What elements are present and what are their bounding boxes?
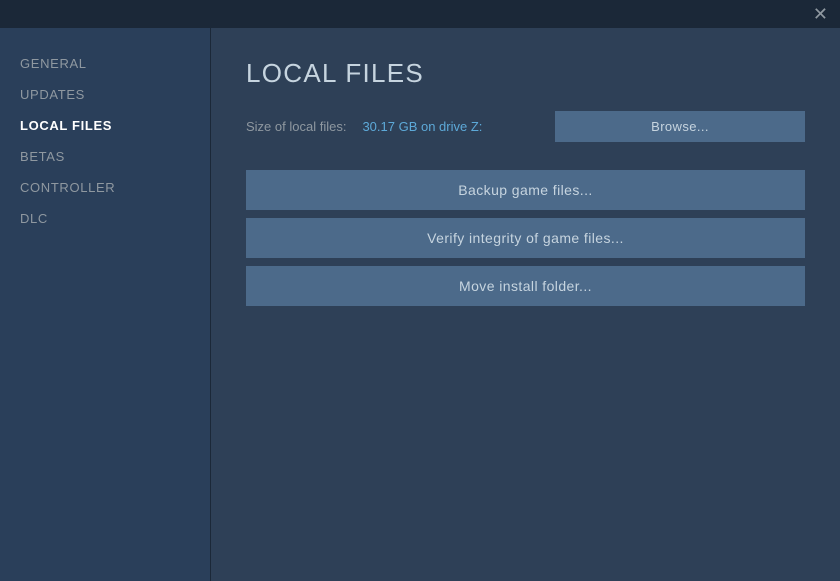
page-title: LOCAL FILES: [246, 58, 805, 89]
sidebar-item-betas[interactable]: BETAS: [0, 141, 210, 172]
verify-button[interactable]: Verify integrity of game files...: [246, 218, 805, 258]
browse-button[interactable]: Browse...: [555, 111, 805, 142]
size-value: 30.17 GB on drive Z:: [362, 119, 482, 134]
sidebar-item-general[interactable]: GENERAL: [0, 48, 210, 79]
close-button[interactable]: ✕: [809, 3, 832, 25]
sidebar: GENERAL UPDATES LOCAL FILES BETAS CONTRO…: [0, 28, 210, 581]
content-area: LOCAL FILES Size of local files: 30.17 G…: [210, 28, 840, 581]
backup-button[interactable]: Backup game files...: [246, 170, 805, 210]
sidebar-item-updates[interactable]: UPDATES: [0, 79, 210, 110]
size-label: Size of local files:: [246, 119, 346, 134]
titlebar: ✕: [0, 0, 840, 28]
size-row: Size of local files: 30.17 GB on drive Z…: [246, 111, 805, 142]
move-button[interactable]: Move install folder...: [246, 266, 805, 306]
dialog-window: ✕ GENERAL UPDATES LOCAL FILES BETAS CONT…: [0, 0, 840, 581]
sidebar-item-controller[interactable]: CONTROLLER: [0, 172, 210, 203]
sidebar-item-dlc[interactable]: DLC: [0, 203, 210, 234]
sidebar-item-local-files[interactable]: LOCAL FILES: [0, 110, 210, 141]
dialog-body: GENERAL UPDATES LOCAL FILES BETAS CONTRO…: [0, 28, 840, 581]
